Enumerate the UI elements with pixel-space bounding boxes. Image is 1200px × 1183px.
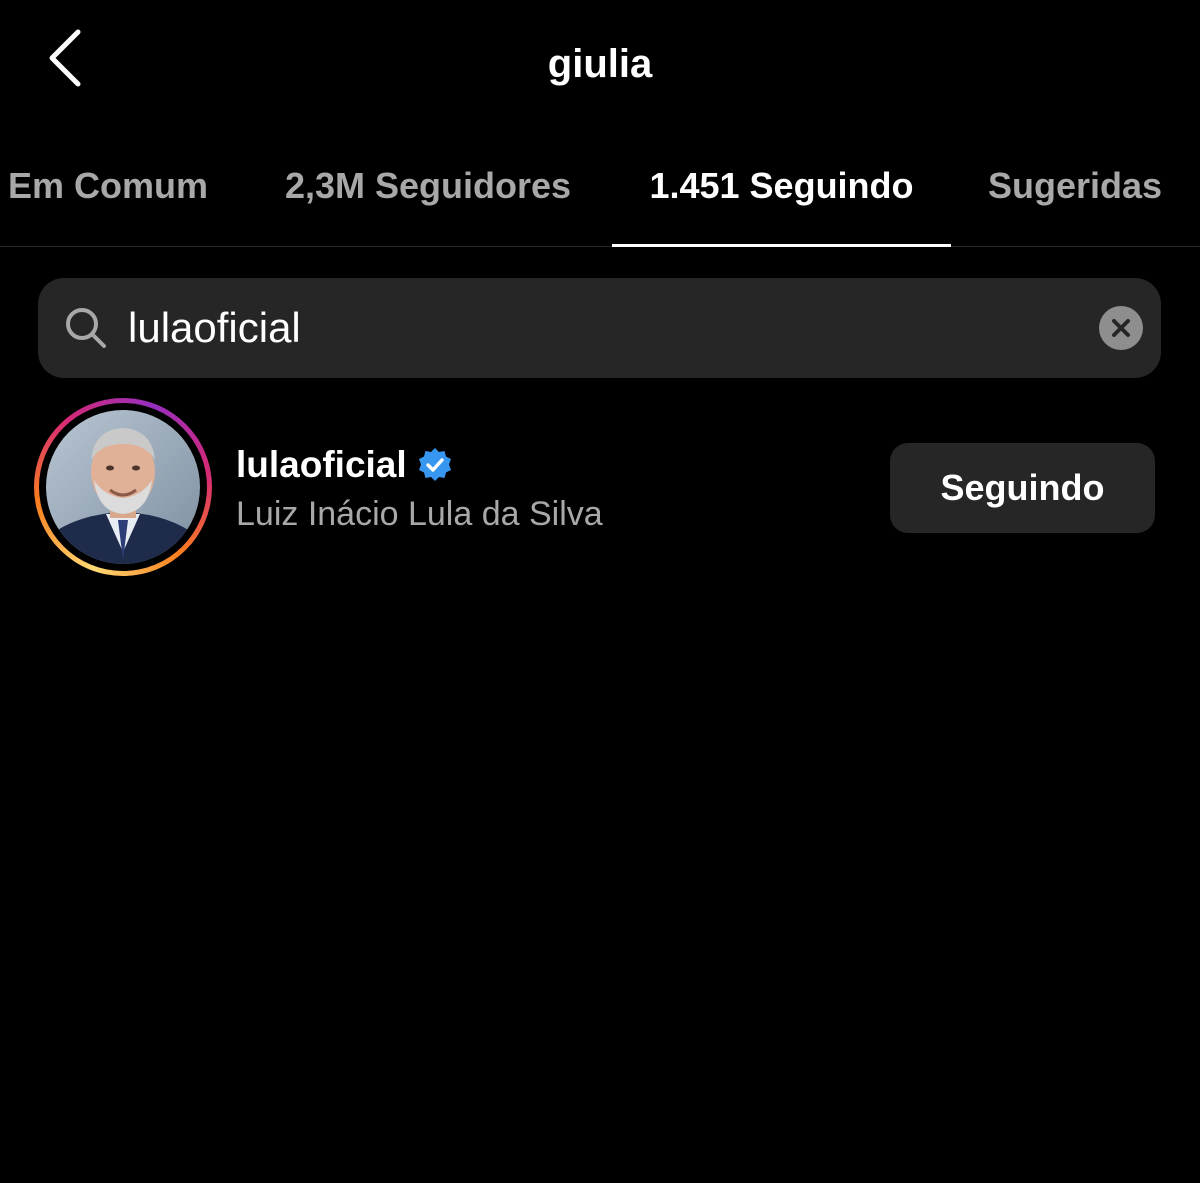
page-title: giulia [547, 42, 653, 86]
tab-label: 1.451 Seguindo [649, 165, 914, 206]
full-name: Luiz Inácio Lula da Silva [236, 495, 603, 533]
tab-label: Sugeridas [987, 165, 1163, 206]
clear-icon [1112, 319, 1130, 337]
tab-label: 2,3M Seguidores [284, 165, 572, 206]
tab-seguindo[interactable]: 1.451 Seguindo [612, 140, 951, 247]
username: lulaoficial [236, 444, 407, 485]
tab-bar: Em Comum 2,3M Seguidores 1.451 Seguindo … [0, 140, 1200, 247]
tab-em-comum[interactable]: Em Comum [0, 140, 216, 246]
avatar-photo [46, 410, 200, 564]
search-input[interactable] [128, 298, 1068, 358]
verified-badge-icon [418, 448, 451, 481]
avatar [46, 410, 200, 564]
list-item[interactable]: lulaoficial Luiz Inácio Lula da Silva Se… [0, 396, 1200, 580]
username-row[interactable]: lulaoficial [236, 440, 453, 490]
tab-sugeridas[interactable]: Sugeridas [968, 140, 1182, 246]
top-bar: giulia [0, 0, 1200, 130]
search-icon [66, 308, 106, 348]
active-tab-indicator [612, 244, 951, 247]
tab-label: Em Comum [7, 165, 209, 206]
clear-search-button[interactable] [1099, 306, 1143, 350]
avatar-story-ring[interactable] [34, 398, 212, 576]
following-button[interactable]: Seguindo [890, 443, 1155, 533]
tab-seguidores[interactable]: 2,3M Seguidores [246, 140, 610, 246]
search-bar [38, 278, 1161, 378]
